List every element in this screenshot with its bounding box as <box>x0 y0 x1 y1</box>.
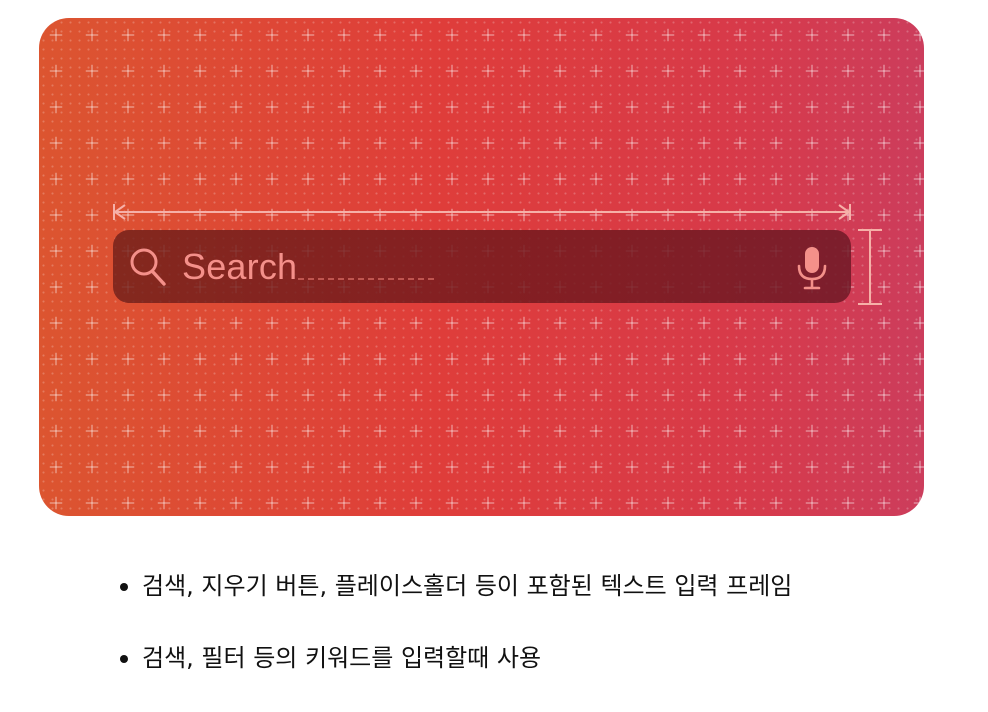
search-field-preview-card: Search <box>39 18 924 516</box>
placeholder-guide-line <box>298 278 434 280</box>
microphone-icon[interactable] <box>797 246 827 290</box>
bullet-icon <box>120 583 128 591</box>
search-placeholder[interactable]: Search <box>182 246 297 288</box>
width-measure-arrow <box>113 202 851 222</box>
list-item: 검색, 지우기 버튼, 플레이스홀더 등이 포함된 텍스트 입력 프레임 <box>118 568 792 604</box>
height-measure-bracket <box>858 229 882 305</box>
description-list: 검색, 지우기 버튼, 플레이스홀더 등이 포함된 텍스트 입력 프레임 검색,… <box>118 568 792 712</box>
list-item-text: 검색, 필터 등의 키워드를 입력할때 사용 <box>142 644 542 672</box>
list-item: 검색, 필터 등의 키워드를 입력할때 사용 <box>118 640 792 676</box>
magnifying-glass-icon <box>129 247 167 287</box>
bullet-icon <box>120 655 128 663</box>
list-item-text: 검색, 지우기 버튼, 플레이스홀더 등이 포함된 텍스트 입력 프레임 <box>142 572 793 600</box>
search-bar[interactable]: Search <box>113 230 851 303</box>
